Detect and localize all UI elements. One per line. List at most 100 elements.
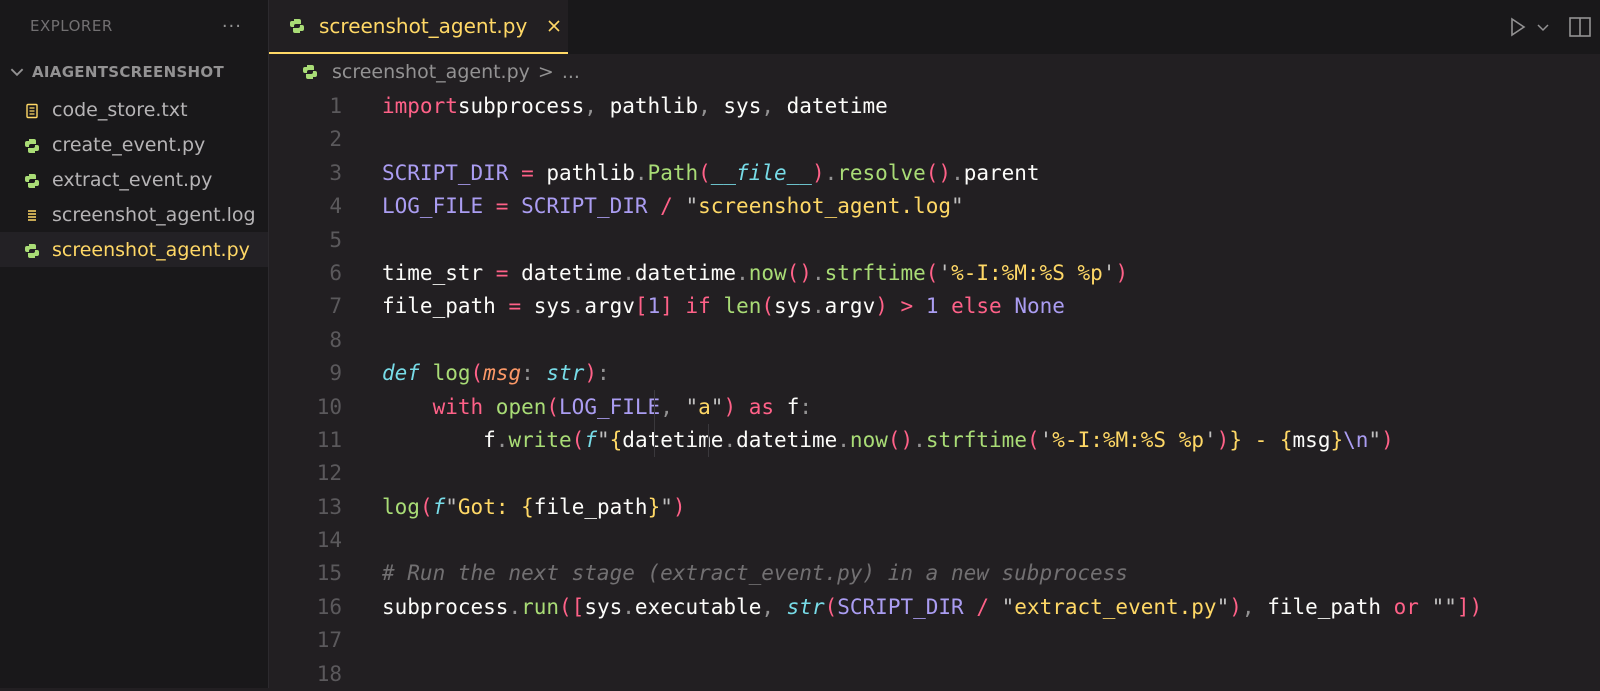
code-token: None xyxy=(1001,294,1065,319)
file-item[interactable]: create_event.py xyxy=(0,127,268,162)
explorer-header: EXPLORER ··· xyxy=(0,0,268,52)
code-line: 9 def log(msg: str): xyxy=(269,357,1600,390)
code-token: run xyxy=(521,594,560,619)
code-token: , xyxy=(698,94,711,118)
code-text: # Run the next stage (extract_event.py) … xyxy=(342,557,1128,590)
close-icon[interactable] xyxy=(547,19,561,33)
code-token: as xyxy=(736,394,775,419)
code-token: sys xyxy=(584,594,623,619)
code-token: str xyxy=(533,361,585,386)
file-name: screenshot_agent.log xyxy=(52,203,256,226)
indent-guide xyxy=(654,390,655,457)
code-line: 2 xyxy=(269,123,1600,156)
code-token: Got: { xyxy=(457,494,534,519)
code-token: sys xyxy=(521,294,572,319)
breadcrumb-more[interactable]: ... xyxy=(562,61,580,83)
code-text: def log(msg: str): xyxy=(342,357,610,390)
code-token: ( xyxy=(761,294,775,319)
file-name: screenshot_agent.py xyxy=(52,238,250,261)
code-token: " xyxy=(988,594,1015,619)
line-number: 3 xyxy=(329,160,342,185)
file-item[interactable]: screenshot_agent.py xyxy=(0,232,268,267)
code-line: 10 with open(LOG_FILE, "a") as f: xyxy=(269,391,1600,424)
code-token: ([ xyxy=(559,594,585,619)
code-token: str xyxy=(774,594,825,619)
workspace-folder[interactable]: AIAGENTSCREENSHOT xyxy=(0,52,268,92)
code-token: ] xyxy=(660,294,673,319)
code-token: open xyxy=(483,394,547,419)
code-token: = xyxy=(495,294,522,319)
text-file-icon xyxy=(24,102,40,118)
code-token: SCRIPT_DIR xyxy=(508,194,648,219)
code-token: datetime xyxy=(634,260,737,285)
code-token: = xyxy=(483,260,509,285)
code-token: __file__ xyxy=(710,160,812,185)
split-editor-icon[interactable] xyxy=(1568,16,1592,38)
code-token: argv xyxy=(824,294,876,319)
code-token: () xyxy=(887,427,914,452)
code-token: " xyxy=(1216,594,1230,619)
line-number: 5 xyxy=(329,227,342,252)
play-icon[interactable] xyxy=(1506,16,1528,38)
code-token: " xyxy=(951,194,964,219)
code-token: , xyxy=(660,394,673,419)
code-token: . xyxy=(913,427,926,452)
code-token: ) xyxy=(1115,260,1129,285)
code-token: %-I:%M:%S %p xyxy=(1052,427,1204,452)
code-token: ]) xyxy=(1456,594,1483,619)
code-token: : xyxy=(521,361,534,386)
code-token: ( xyxy=(698,160,711,185)
code-text: SCRIPT_DIR = pathlib.Path(__file__).reso… xyxy=(342,157,1040,190)
code-token: ) xyxy=(584,361,597,386)
file-item[interactable]: screenshot_agent.log xyxy=(0,197,268,232)
code-token: if xyxy=(672,294,711,319)
code-token: msg xyxy=(1292,427,1331,452)
breadcrumb-file[interactable]: screenshot_agent.py xyxy=(332,61,530,83)
line-number: 13 xyxy=(316,494,342,519)
chevron-down-icon[interactable] xyxy=(1536,20,1550,34)
code-editor[interactable]: 1 importsubprocess, pathlib, sys, datetim… xyxy=(269,90,1600,691)
code-token: ( xyxy=(824,594,838,619)
code-token: ' xyxy=(1039,427,1053,452)
code-token: 1 xyxy=(647,294,661,319)
code-token: [ xyxy=(634,294,648,319)
code-token: now xyxy=(849,427,888,452)
indent-guide xyxy=(708,424,709,457)
line-number: 7 xyxy=(329,294,342,319)
code-token: ( xyxy=(571,427,585,452)
code-token: . xyxy=(622,260,635,285)
code-token: , xyxy=(584,94,597,118)
code-token: ) xyxy=(811,160,825,185)
code-token: " xyxy=(445,494,458,519)
more-actions-icon[interactable]: ··· xyxy=(222,16,242,37)
line-number: 11 xyxy=(316,427,342,452)
line-number: 1 xyxy=(329,94,342,118)
file-item[interactable]: code_store.txt xyxy=(0,92,268,127)
code-token: ( xyxy=(470,361,484,386)
code-line: 1 importsubprocess, pathlib, sys, datetim… xyxy=(269,90,1600,123)
code-token: > xyxy=(887,294,914,319)
code-token: a xyxy=(698,394,711,419)
file-item[interactable]: extract_event.py xyxy=(0,162,268,197)
line-number: 6 xyxy=(329,260,342,285)
code-token: argv xyxy=(584,294,635,319)
code-token: log xyxy=(382,494,420,519)
code-token: ( xyxy=(1026,427,1040,452)
code-token: () xyxy=(786,260,812,285)
tab-bar: screenshot_agent.py xyxy=(269,0,1600,54)
code-token: , xyxy=(761,594,775,619)
code-text: with open(LOG_FILE, "a") as f: xyxy=(342,391,812,424)
code-token: f xyxy=(382,427,496,452)
code-token: . xyxy=(811,260,825,285)
code-token: parent xyxy=(963,160,1040,185)
code-token: { xyxy=(609,427,623,452)
tab-screenshot-agent-py[interactable]: screenshot_agent.py xyxy=(269,0,568,54)
code-token: sys xyxy=(710,94,762,118)
code-token: # Run the next stage (extract_event.py) … xyxy=(382,561,1128,586)
code-token: ' xyxy=(1204,427,1217,452)
